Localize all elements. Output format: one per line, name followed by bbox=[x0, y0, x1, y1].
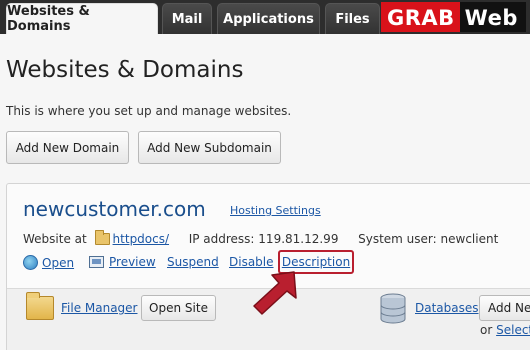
add-new-domain-button[interactable]: Add New Domain bbox=[6, 131, 129, 164]
or-select-row: or Select bbox=[480, 323, 530, 337]
domain-info-row: Website at httpdocs/ IP address: 119.81.… bbox=[23, 230, 499, 246]
logo-part-web: Web bbox=[459, 2, 526, 32]
red-arrow-icon bbox=[253, 271, 297, 315]
suspend-link[interactable]: Suspend bbox=[167, 255, 219, 269]
preview-icon bbox=[89, 256, 104, 268]
domain-name: newcustomer.com bbox=[23, 197, 206, 221]
hosting-settings-link[interactable]: Hosting Settings bbox=[230, 204, 321, 217]
folder-icon bbox=[94, 230, 110, 245]
logo-part-grab: GRAB bbox=[381, 2, 460, 32]
tab-files[interactable]: Files bbox=[325, 3, 380, 34]
open-link[interactable]: Open bbox=[42, 256, 74, 270]
top-tab-bar: Websites & Domains Mail Applications Fil… bbox=[0, 0, 530, 34]
or-label: or bbox=[480, 323, 493, 337]
file-manager-link[interactable]: File Manager bbox=[61, 301, 138, 315]
databases-link[interactable]: Databases bbox=[415, 301, 479, 315]
preview-link[interactable]: Preview bbox=[109, 255, 156, 269]
page-description: This is where you set up and manage webs… bbox=[6, 104, 292, 118]
globe-icon bbox=[23, 255, 38, 270]
tab-websites-domains[interactable]: Websites & Domains bbox=[6, 3, 158, 34]
ip-value: 119.81.12.99 bbox=[258, 232, 339, 246]
database-icon bbox=[380, 293, 406, 324]
preview-action[interactable]: Preview bbox=[89, 255, 156, 269]
disable-link[interactable]: Disable bbox=[229, 255, 274, 269]
open-site-button[interactable]: Open Site bbox=[141, 295, 216, 321]
system-user-value: newclient bbox=[440, 232, 499, 246]
suspend-action[interactable]: Suspend bbox=[167, 255, 219, 269]
open-action[interactable]: Open bbox=[23, 255, 74, 270]
description-link[interactable]: Description bbox=[282, 255, 350, 269]
file-manager-folder-icon bbox=[26, 292, 54, 320]
tab-applications[interactable]: Applications bbox=[217, 3, 320, 34]
docroot-link[interactable]: httpdocs/ bbox=[113, 232, 169, 246]
tab-mail[interactable]: Mail bbox=[162, 3, 212, 34]
disable-action[interactable]: Disable bbox=[229, 255, 274, 269]
add-new-database-button[interactable]: Add Ne bbox=[479, 295, 530, 321]
ip-label: IP address: bbox=[188, 232, 255, 246]
grabweb-logo: GRAB Web bbox=[381, 2, 526, 32]
page-title: Websites & Domains bbox=[6, 57, 244, 83]
add-new-subdomain-button[interactable]: Add New Subdomain bbox=[138, 131, 281, 164]
select-link[interactable]: Select bbox=[496, 323, 530, 337]
system-user-label: System user: bbox=[358, 232, 437, 246]
website-at-label: Website at bbox=[23, 232, 87, 246]
